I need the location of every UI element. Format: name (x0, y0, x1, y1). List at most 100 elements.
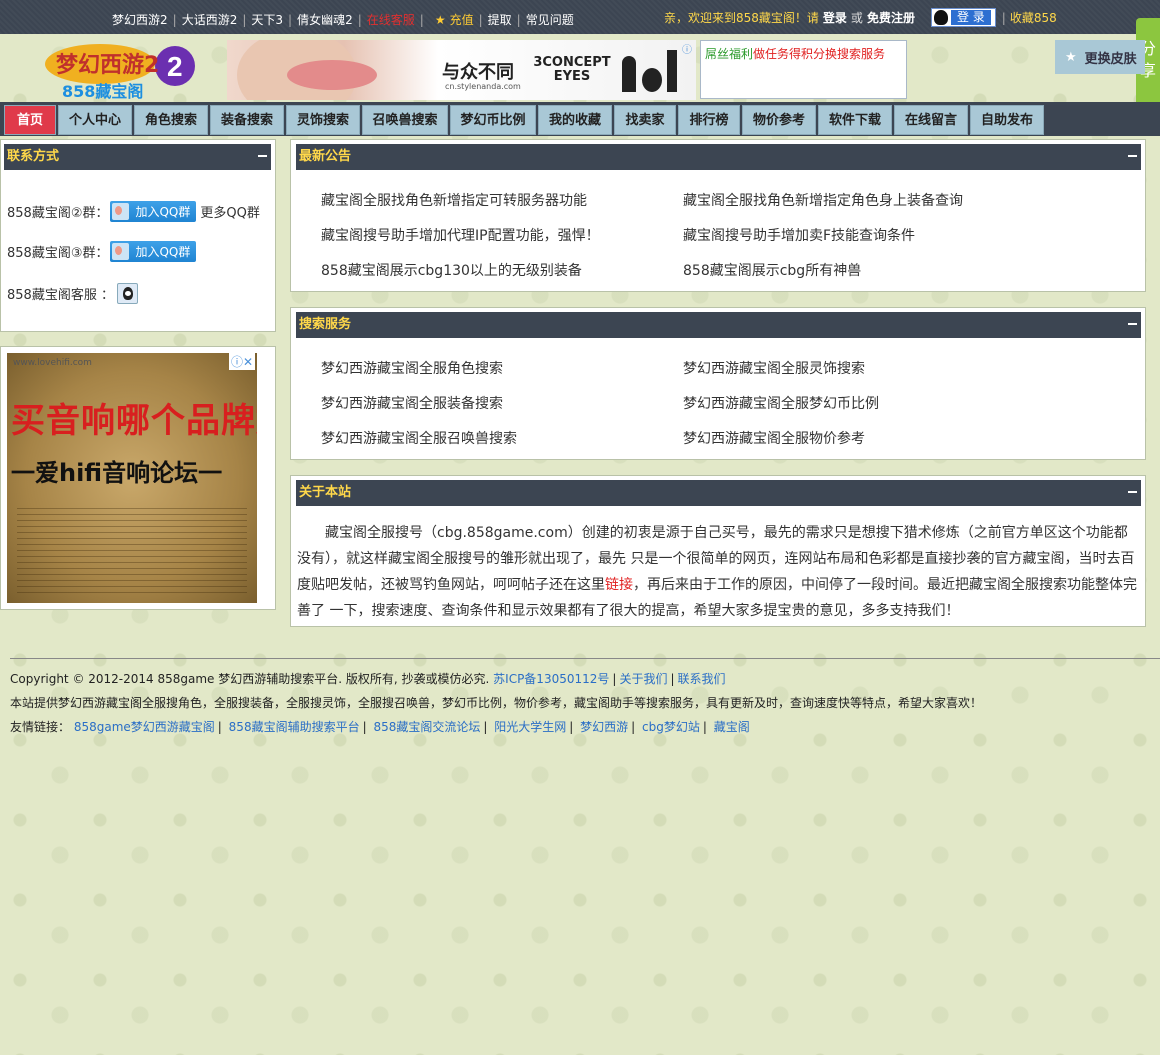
change-skin-button[interactable]: ★ 更换皮肤 (1055, 40, 1145, 74)
friend-link[interactable]: 阳光大学生网 (494, 720, 566, 734)
ad-product (622, 56, 636, 92)
friend-link[interactable]: 梦幻西游 (580, 720, 628, 734)
news-item[interactable]: 藏宝阁全服找角色新增指定角色身上装备查询 (683, 190, 963, 210)
nav-software[interactable]: 软件下载 (818, 105, 892, 135)
nav-price-ref[interactable]: 物价参考 (742, 105, 816, 135)
search-item[interactable]: 梦幻西游藏宝阁全服角色搜索 (321, 358, 503, 378)
footer: Copyright © 2012-2014 858game 梦幻西游辅助搜索平台… (10, 658, 1160, 743)
link-online-service[interactable]: 在线客服 (367, 11, 415, 28)
collapse-icon[interactable] (1128, 491, 1137, 493)
nav-message[interactable]: 在线留言 (894, 105, 968, 135)
search-item[interactable]: 梦幻西游藏宝阁全服召唤兽搜索 (321, 428, 517, 448)
user-area: 亲，欢迎来到858藏宝阁！请 登录 或 免费注册 登 录 | 收藏858 (664, 8, 1057, 27)
panel-title: 关于本站 (296, 480, 1141, 506)
link-dhxy2[interactable]: 大话西游2 (182, 11, 238, 28)
site-description: 本站提供梦幻西游藏宝阁全服搜角色，全服搜装备，全服搜灵饰，全服搜召唤兽，梦幻币比… (10, 696, 983, 710)
notice-red: 做任务得积分换搜索服务 (753, 47, 886, 61)
service-label: 858藏宝阁客服 ： (7, 288, 114, 303)
news-panel: 最新公告 藏宝阁全服找角色新增指定可转服务器功能 藏宝阁全服找角色新增指定角色身… (290, 139, 1146, 292)
nav-coin-ratio[interactable]: 梦幻币比例 (450, 105, 536, 135)
friend-link[interactable]: 858藏宝阁交流论坛 (373, 720, 480, 734)
icp-link[interactable]: 苏ICP备13050112号 (493, 672, 609, 686)
welcome-text: 亲，欢迎来到858藏宝阁！请 (664, 11, 819, 25)
logo-text: 858藏宝阁 (62, 82, 143, 100)
ad-brand: 3CONCEPT EYES (533, 55, 611, 84)
link-tx3[interactable]: 天下3 (251, 11, 283, 28)
search-item[interactable]: 梦幻西游藏宝阁全服灵饰搜索 (683, 358, 865, 378)
nav-home[interactable]: 首页 (4, 105, 56, 135)
top-links: 梦幻西游2 | 大话西游2 | 天下3 | 倩女幽魂2 | 在线客服 | ★ 充值 | 提取 |… (112, 11, 574, 28)
link-recharge[interactable]: 充值 (450, 11, 474, 28)
panel-title: 最新公告 (296, 144, 1141, 170)
qq-login-button[interactable]: 登 录 (930, 8, 996, 27)
collapse-icon[interactable] (258, 155, 267, 157)
ad-info-icon[interactable]: ⓘ (682, 41, 692, 56)
logo-mark: 梦幻西游2 (56, 52, 159, 78)
nav-pet-search[interactable]: 召唤兽搜索 (362, 105, 448, 135)
news-item[interactable]: 藏宝阁搜号助手增加卖F技能查询条件 (683, 225, 915, 245)
side-ad-headline: 买音响哪个品牌好? (11, 401, 257, 441)
divider: | (478, 12, 483, 27)
top-bar: 梦幻西游2 | 大话西游2 | 天下3 | 倩女幽魂2 | 在线客服 | ★ 充值 | 提取 |… (0, 0, 1160, 34)
nav-favorites[interactable]: 我的收藏 (538, 105, 612, 135)
join-qq-label: 加入QQ群 (135, 245, 191, 259)
more-qq-link[interactable]: 更多QQ群 (200, 202, 259, 221)
search-item[interactable]: 梦幻西游藏宝阁全服梦幻币比例 (683, 393, 879, 413)
divider: | (670, 672, 675, 686)
friend-link[interactable]: 858game梦幻西游藏宝阁 (74, 720, 215, 734)
panel-title: 搜索服务 (296, 312, 1141, 338)
friend-link[interactable]: 藏宝阁 (714, 720, 750, 734)
side-ad-subline: 一爱hifi音响论坛一 (11, 459, 223, 487)
divider: | (516, 12, 521, 27)
about-us-link[interactable]: 关于我们 (619, 672, 667, 686)
divider: | (217, 720, 222, 734)
side-ad[interactable]: www.lovehifi.com ⓘ✕ 买音响哪个品牌好? 一爱hifi音响论坛… (7, 353, 257, 603)
divider: | (357, 12, 362, 27)
qq-chat-icon[interactable] (116, 283, 138, 304)
search-item[interactable]: 梦幻西游藏宝阁全服装备搜索 (321, 393, 503, 413)
collapse-icon[interactable] (1128, 323, 1137, 325)
divider: | (1001, 10, 1006, 25)
login-link[interactable]: 登录 (823, 9, 847, 26)
nav-ornament-search[interactable]: 灵饰搜索 (286, 105, 360, 135)
ad-slogan: 与众不同 (442, 62, 514, 83)
contact-us-link[interactable]: 联系我们 (678, 672, 726, 686)
nav-find-seller[interactable]: 找卖家 (614, 105, 676, 135)
qq-group-icon (112, 243, 130, 260)
favorite-link[interactable]: 收藏858 (1010, 9, 1057, 26)
friend-link[interactable]: 858藏宝阁辅助搜索平台 (229, 720, 360, 734)
search-item[interactable]: 梦幻西游藏宝阁全服物价参考 (683, 428, 865, 448)
side-ad-texture (17, 503, 247, 593)
friend-link[interactable]: cbg梦幻站 (642, 720, 700, 734)
site-logo[interactable]: 2 梦幻西游2 858藏宝阁 (40, 42, 200, 101)
nav-equip-search[interactable]: 装备搜索 (210, 105, 284, 135)
nav-user-center[interactable]: 个人中心 (58, 105, 132, 135)
link-faq[interactable]: 常见问题 (526, 11, 574, 28)
banner-ad[interactable]: 与众不同 3CONCEPT EYES cn.stylenanda.com ⓘ (227, 40, 696, 100)
news-item[interactable]: 藏宝阁全服找角色新增指定可转服务器功能 (321, 190, 587, 210)
nav-role-search[interactable]: 角色搜索 (134, 105, 208, 135)
link-qnyh2[interactable]: 倩女幽魂2 (297, 11, 353, 28)
link-withdraw[interactable]: 提取 (488, 11, 512, 28)
nav-self-publish[interactable]: 自助发布 (970, 105, 1044, 135)
qq-penguin-icon (933, 10, 948, 25)
join-qq-group2-button[interactable]: 加入QQ群 (110, 201, 197, 222)
join-qq-group3-button[interactable]: 加入QQ群 (110, 241, 197, 262)
register-link[interactable]: 免费注册 (867, 9, 915, 26)
ad-product (667, 50, 677, 92)
about-link[interactable]: 链接 (605, 577, 633, 593)
news-item[interactable]: 858藏宝阁展示cbg130以上的无级别装备 (321, 260, 582, 280)
join-qq-label: 加入QQ群 (135, 205, 191, 219)
divider: | (631, 720, 636, 734)
divider: | (172, 12, 177, 27)
ad-close-icon[interactable]: ⓘ✕ (228, 353, 255, 370)
news-item[interactable]: 858藏宝阁展示cbg所有神兽 (683, 260, 861, 280)
nav-ranking[interactable]: 排行榜 (678, 105, 740, 135)
divider: | (612, 672, 617, 686)
divider: | (569, 720, 574, 734)
news-item[interactable]: 藏宝阁搜号助手增加代理IP配置功能，强悍！ (321, 225, 600, 245)
notice-box[interactable]: 屌丝福利做任务得积分换搜索服务 (700, 40, 907, 99)
search-panel: 搜索服务 梦幻西游藏宝阁全服角色搜索 梦幻西游藏宝阁全服灵饰搜索 梦幻西游藏宝阁… (290, 307, 1146, 460)
link-mhxy2[interactable]: 梦幻西游2 (112, 11, 168, 28)
collapse-icon[interactable] (1128, 155, 1137, 157)
